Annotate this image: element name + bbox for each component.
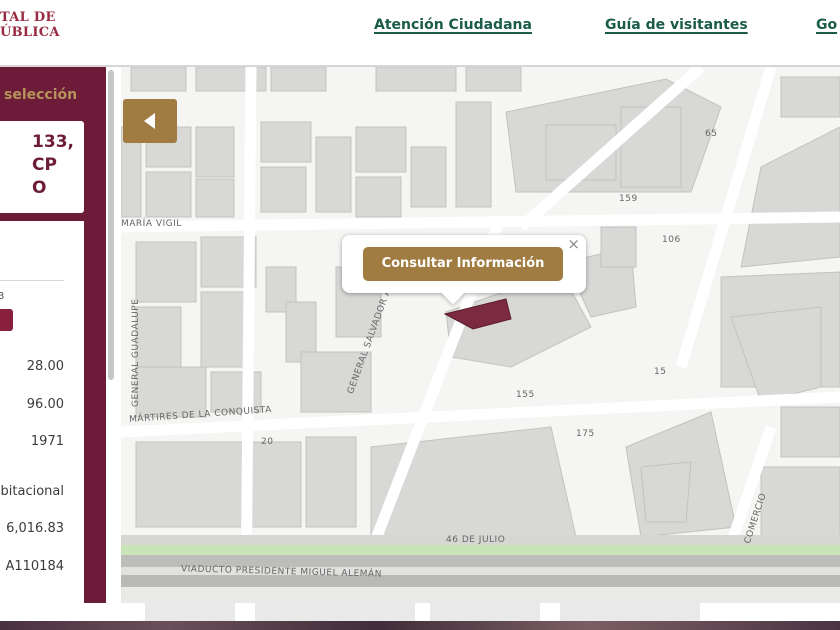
info-value-2: 96.00	[26, 397, 64, 412]
street-46-de-julio: 46 DE JULIO	[446, 535, 506, 545]
address-text: 133, CP O	[32, 132, 74, 198]
house-number: 65	[705, 129, 718, 139]
map-popup: × Consultar Información	[342, 235, 586, 305]
footer-block	[430, 603, 540, 621]
close-icon[interactable]: ×	[567, 235, 580, 253]
arrow-left-icon	[144, 113, 155, 129]
info-divider	[0, 280, 64, 281]
house-number: 106	[662, 235, 681, 245]
sidebar-title: selección	[4, 87, 78, 103]
house-number: 175	[576, 429, 595, 439]
page: TAL DE ÚBLICA Atención Ciudadana Guía de…	[0, 0, 840, 630]
info-value-account: A110184	[5, 559, 64, 574]
collapse-panel-button[interactable]	[123, 99, 177, 143]
house-number: 15	[654, 367, 667, 377]
house-number: 159	[619, 194, 638, 204]
property-info-panel: 3 28.00 96.00 1971 bitacional 6,016.83 A…	[0, 221, 84, 603]
logo-line-1: TAL DE	[0, 10, 56, 25]
nav-gobierno[interactable]: Go	[816, 17, 837, 33]
street-vertical-left: GENERAL GUADALUPE	[131, 298, 141, 407]
map-view[interactable]: MARÍA VIGIL MÁRTIRES DE LA CONQUISTA GEN…	[121, 67, 840, 603]
info-value-use: bitacional	[0, 484, 64, 499]
house-number: 155	[516, 390, 535, 400]
address-card: 133, CP O	[0, 121, 84, 213]
footer-strip	[0, 603, 840, 630]
footer-block	[145, 603, 235, 621]
sidebar-scrollbar[interactable]	[108, 70, 114, 380]
street-maria-vigil: MARÍA VIGIL	[121, 219, 182, 229]
info-value-1: 28.00	[26, 359, 64, 374]
consultar-informacion-button[interactable]: Consultar Información	[363, 247, 563, 281]
header: TAL DE ÚBLICA Atención Ciudadana Guía de…	[0, 0, 840, 67]
map-canvas	[121, 67, 840, 603]
info-value-year: 1971	[30, 434, 64, 449]
footer-image-band	[0, 621, 840, 630]
logo[interactable]: TAL DE ÚBLICA	[0, 10, 60, 40]
footer-block	[560, 603, 700, 621]
house-number: 20	[261, 437, 274, 447]
footer-block	[255, 603, 415, 621]
info-badge[interactable]	[0, 309, 13, 331]
info-small-label: 3	[0, 291, 5, 302]
nav-guia-visitantes[interactable]: Guía de visitantes	[605, 17, 748, 33]
info-value-amount: 6,016.83	[6, 521, 64, 536]
nav-atencion-ciudadana[interactable]: Atención Ciudadana	[374, 17, 532, 33]
sidebar-panel: selección 133, CP O 3 28.00 96.00 1971 b…	[0, 67, 106, 603]
logo-line-2: ÚBLICA	[0, 25, 60, 40]
